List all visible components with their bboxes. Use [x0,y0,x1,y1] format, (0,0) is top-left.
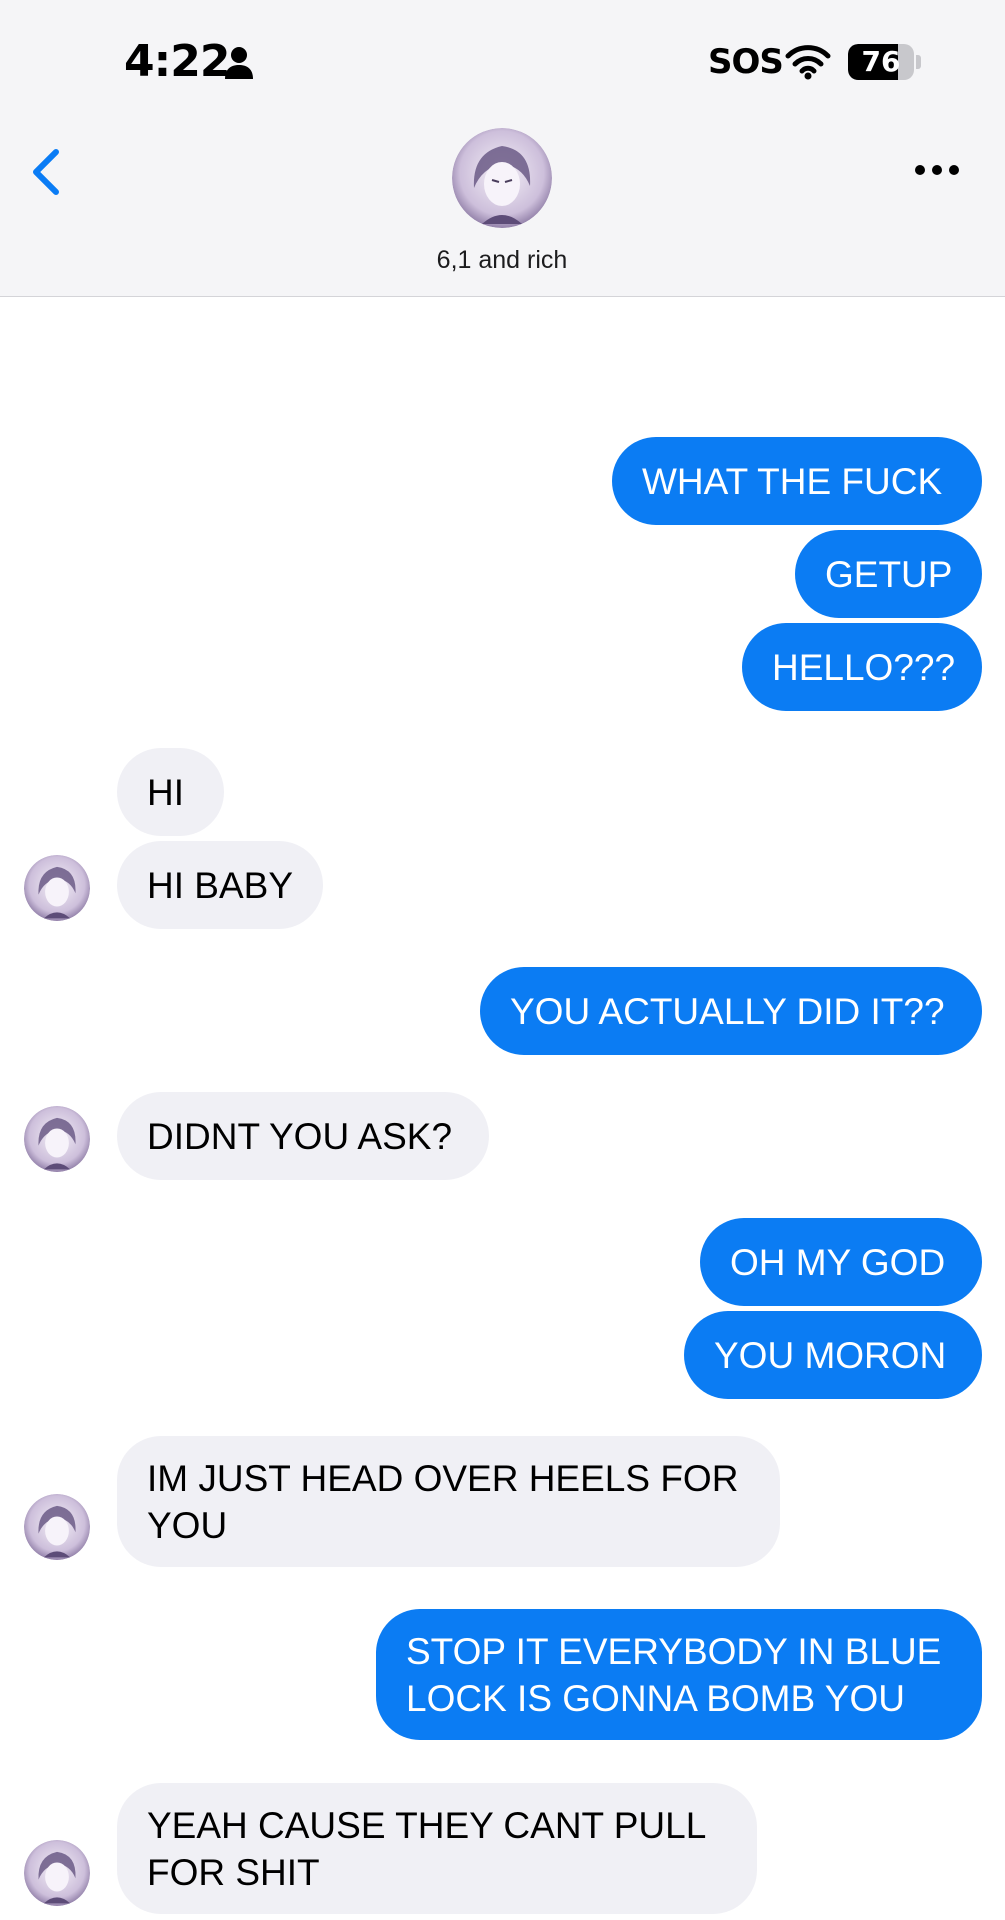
conversation-header: 4:22 SOS 76 6,1 and rich [0,0,1005,297]
message-text: YOU MORON [714,1334,947,1376]
message-bubble-sent[interactable]: YOU ACTUALLY DID IT?? [480,967,982,1055]
battery-indicator: 76 [848,44,922,80]
message-text: HI BABY [147,864,293,906]
contact-avatar [452,128,552,228]
sender-avatar [24,1840,90,1906]
message-text: HELLO??? [772,646,956,688]
message-bubble-sent[interactable]: YOU MORON [684,1311,982,1399]
message-line: STOP IT EVERYBODY IN BLUE [406,1630,942,1672]
sender-avatar [24,855,90,921]
message-line: YEAH CAUSE THEY CANT PULL [147,1804,707,1846]
message-line: IM JUST HEAD OVER HEELS FOR [147,1457,739,1499]
battery-percent: 76 [861,45,901,78]
message-bubble-sent[interactable]: STOP IT EVERYBODY IN BLUE LOCK IS GONNA … [376,1609,982,1740]
back-chevron-icon[interactable] [26,146,66,198]
contact-name: 6,1 and rich [436,246,568,274]
message-text: HI [147,771,184,813]
message-bubble-received[interactable]: HI BABY [117,841,323,929]
message-bubble-sent[interactable]: WHAT THE FUCK [612,437,982,525]
message-bubble-received[interactable]: DIDNT YOU ASK? [117,1092,489,1180]
message-bubble-sent[interactable]: HELLO??? [742,623,982,711]
status-time: 4:22 [124,36,230,87]
message-text: WHAT THE FUCK [642,460,943,502]
message-line: FOR SHIT [147,1851,320,1893]
carrier-sos: SOS [708,42,784,82]
message-line: LOCK IS GONNA BOMB YOU [406,1677,905,1719]
message-line: YOU [147,1504,228,1546]
wifi-icon [785,45,831,80]
person-icon [225,47,253,79]
message-bubble-received[interactable]: IM JUST HEAD OVER HEELS FOR YOU [117,1436,780,1567]
message-bubble-received[interactable]: HI [117,748,224,836]
message-bubble-received[interactable]: YEAH CAUSE THEY CANT PULL FOR SHIT [117,1783,757,1914]
message-text: OH MY GOD [730,1241,946,1283]
message-text: STOP IT EVERYBODY IN BLUE LOCK IS GONNA … [406,1628,941,1722]
contact-info[interactable]: 6,1 and rich [380,128,624,288]
message-bubble-sent[interactable]: OH MY GOD [700,1218,982,1306]
sender-avatar [24,1494,90,1560]
sender-avatar [24,1106,90,1172]
message-text: DIDNT YOU ASK? [147,1115,453,1157]
message-text: YEAH CAUSE THEY CANT PULL FOR SHIT [147,1802,706,1896]
message-text: IM JUST HEAD OVER HEELS FOR YOU [147,1455,738,1549]
message-bubble-sent[interactable]: GETUP [795,530,982,618]
message-text: GETUP [825,553,953,595]
more-dots-icon[interactable] [910,150,970,190]
message-text: YOU ACTUALLY DID IT?? [510,990,945,1032]
